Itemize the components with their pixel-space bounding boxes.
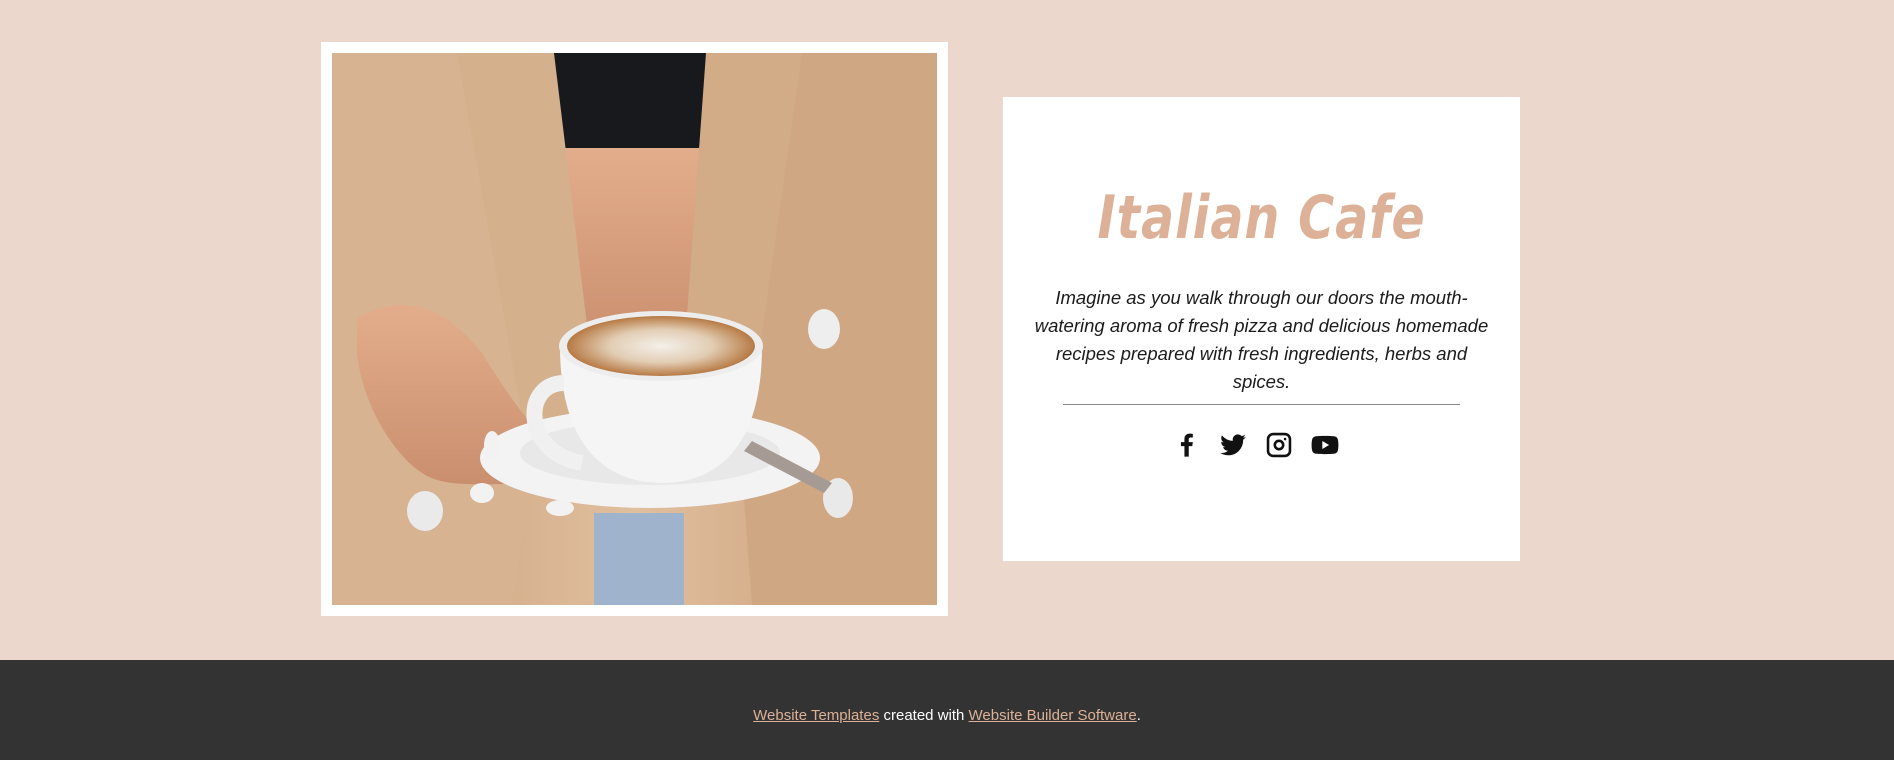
divider <box>1063 404 1460 405</box>
youtube-icon <box>1311 435 1338 455</box>
hero-section: Italian Cafe Imagine as you walk through… <box>0 0 1894 660</box>
instagram-link[interactable] <box>1264 429 1294 461</box>
footer-text: created with <box>879 707 969 724</box>
youtube-link[interactable] <box>1310 429 1340 461</box>
website-templates-link[interactable]: Website Templates <box>753 707 879 724</box>
facebook-link[interactable] <box>1172 429 1202 461</box>
info-card: Italian Cafe Imagine as you walk through… <box>1003 97 1520 561</box>
cafe-photo <box>332 53 937 605</box>
instagram-icon <box>1266 432 1291 458</box>
social-links <box>997 429 1514 461</box>
website-builder-link[interactable]: Website Builder Software <box>969 707 1137 724</box>
page-title: Italian Cafe <box>1097 183 1426 253</box>
facebook-icon <box>1180 433 1193 457</box>
cafe-description: Imagine as you walk through our doors th… <box>1034 287 1489 392</box>
twitter-link[interactable] <box>1218 429 1248 461</box>
twitter-icon <box>1219 434 1246 456</box>
photo-frame <box>321 42 948 616</box>
footer: Website Templates created with Website B… <box>0 660 1894 760</box>
footer-period: . <box>1136 707 1141 724</box>
cafe-photo-illustration <box>332 53 937 605</box>
